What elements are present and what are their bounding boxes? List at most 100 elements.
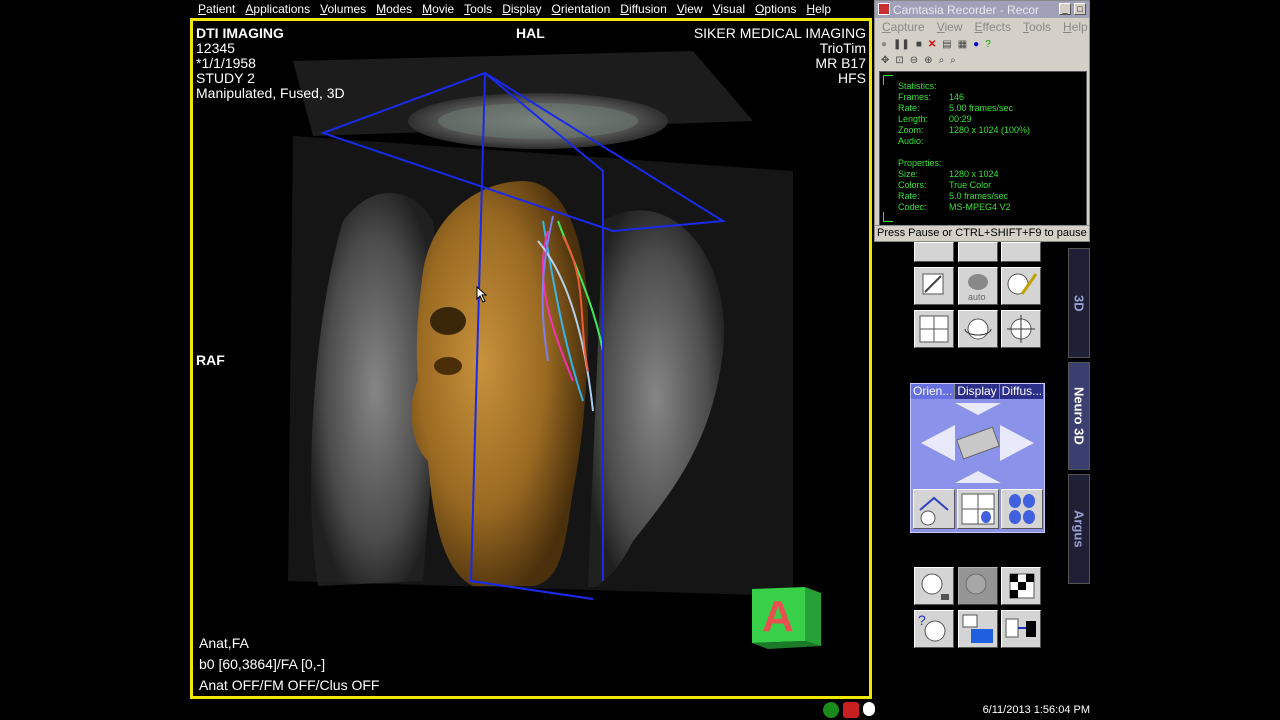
menu-movie[interactable]: Movie (422, 2, 454, 16)
menu-visual[interactable]: Visual (713, 2, 745, 16)
zoom-icon[interactable]: ⌕ (939, 55, 945, 66)
tool-head-export[interactable] (914, 567, 954, 605)
menu-tools[interactable]: Tools (464, 2, 492, 16)
tool-rotate-view[interactable] (913, 489, 955, 529)
stat-label: Rate: (898, 103, 920, 113)
stat-value: 5.00 frames/sec (949, 103, 1014, 113)
camtasia-titlebar[interactable]: Camtasia Recorder - Recor _ □ (875, 1, 1089, 18)
cam-menu-help[interactable]: Help (1063, 20, 1088, 34)
fusion-info: Anat,FA b0 [60,3864]/FA [0,-] Anat OFF/F… (199, 633, 379, 696)
head-question-icon: ? (918, 612, 946, 642)
pan-icon[interactable]: ✥ (881, 55, 889, 66)
prop-label: Rate: (898, 191, 920, 201)
corner-mark (883, 212, 893, 222)
export-grid-icon (1005, 618, 1036, 638)
tool-rotate[interactable] (958, 310, 998, 348)
delete-icon[interactable]: ✕ (928, 39, 936, 50)
folder-icon (962, 614, 993, 643)
zoom-out-icon[interactable]: ⊖ (910, 55, 918, 66)
cam-menu-tools[interactable]: Tools (1023, 20, 1051, 34)
audio-icon[interactable]: ● (973, 39, 979, 50)
stat-label: Frames: (898, 92, 932, 102)
prop-label: Size: (898, 169, 919, 179)
menu-orientation[interactable]: Orientation (552, 2, 611, 16)
patient-id: 12345 (196, 40, 235, 56)
arrow-right-icon (1000, 425, 1034, 461)
subtab-orientation[interactable]: Orien... (911, 384, 956, 399)
menu-modes[interactable]: Modes (376, 2, 412, 16)
tab-argus[interactable]: Argus (1068, 474, 1090, 584)
help-icon[interactable]: ? (985, 39, 991, 50)
tool-export-grid[interactable] (1001, 610, 1041, 648)
tool-shape[interactable] (958, 242, 998, 262)
stop-icon[interactable]: ■ (916, 39, 922, 50)
head-icon (921, 573, 949, 600)
render-mode: Manipulated, Fused, 3D (196, 85, 345, 101)
menu-applications[interactable]: Applications (245, 2, 310, 16)
scanner-bed-icon (956, 426, 1000, 460)
tool-annotate[interactable] (914, 242, 954, 262)
tool-layout-2x2[interactable] (957, 489, 999, 529)
cam-menu-effects[interactable]: Effects (975, 20, 1011, 34)
tool-auto-segment[interactable]: auto (958, 267, 998, 305)
main-menubar: Patient Applications Volumes Modes Movie… (190, 0, 874, 18)
tool-checker[interactable] (1001, 567, 1041, 605)
menu-display[interactable]: Display (502, 2, 541, 16)
cam-menu-view[interactable]: View (937, 20, 963, 34)
move-head-icon (1007, 315, 1035, 343)
tray-clock-icon[interactable] (823, 702, 839, 718)
tool-face[interactable] (1001, 242, 1041, 262)
checkerboard-icon (1009, 573, 1035, 599)
menu-options[interactable]: Options (755, 2, 796, 16)
maximize-icon[interactable]: □ (1074, 3, 1086, 15)
layout-2x2-icon (961, 493, 995, 525)
record-icon[interactable]: ● (881, 39, 887, 50)
orientation-label: RAF (196, 352, 225, 368)
arrow-up-icon (955, 403, 1001, 415)
stat-label: Zoom: (898, 125, 924, 135)
menu-patient[interactable]: Patient (198, 2, 235, 16)
grid-icon (919, 315, 949, 343)
tray-camtasia-icon[interactable] (843, 702, 859, 718)
tab-3d[interactable]: 3D (1068, 248, 1090, 358)
overlay-status: Anat OFF/FM OFF/Clus OFF (199, 677, 380, 693)
stat-value: 00:29 (949, 114, 972, 124)
tool-head-pen[interactable] (1001, 267, 1041, 305)
stat-label: Length: (898, 114, 929, 124)
camtasia-statusbar: Press Pause or CTRL+SHIFT+F9 to pause (875, 225, 1089, 241)
head-icon (965, 573, 987, 595)
stat-value: 146 (949, 92, 965, 102)
zoom-in-icon[interactable]: ⊕ (924, 55, 932, 66)
pause-icon[interactable]: ❚❚ (893, 39, 910, 50)
software-version: MR B17 (815, 55, 866, 71)
orientation-arrows[interactable] (911, 399, 1044, 487)
tool-head-disabled[interactable] (958, 567, 998, 605)
zoom-reset-icon[interactable]: ⌕ (950, 55, 956, 66)
tab-neuro-3d[interactable]: Neuro 3D (1068, 362, 1090, 470)
svg-text:?: ? (918, 612, 926, 628)
zoom-fit-icon[interactable]: ⊡ (895, 55, 903, 66)
menu-diffusion[interactable]: Diffusion (620, 2, 666, 16)
tray-network-icon[interactable] (863, 702, 875, 716)
effects-icon[interactable]: ▦ (958, 39, 967, 50)
subtab-display[interactable]: Display (955, 384, 1000, 399)
system-tray (823, 702, 875, 718)
cam-menu-capture[interactable]: Capture (882, 20, 925, 34)
menu-volumes[interactable]: Volumes (320, 2, 366, 16)
region-icon[interactable]: ▤ (942, 39, 951, 50)
menu-view[interactable]: View (677, 2, 703, 16)
3d-viewer[interactable]: A DTI IMAGING 12345 *1/1/1958 STUDY 2 Ma… (190, 18, 872, 699)
tool-move[interactable] (1001, 310, 1041, 348)
head-pen-icon (1007, 273, 1038, 295)
menu-help[interactable]: Help (806, 2, 831, 16)
tool-head-help[interactable]: ? (914, 610, 954, 648)
tool-segment[interactable] (914, 267, 954, 305)
scanner-model: TrioTim (819, 40, 866, 56)
tool-layout[interactable] (914, 310, 954, 348)
study-type: DTI IMAGING (196, 25, 284, 41)
minimize-icon[interactable]: _ (1059, 3, 1071, 15)
tool-layout-4[interactable] (1001, 489, 1043, 529)
patient-name: HAL (516, 25, 545, 41)
subtab-diffusion[interactable]: Diffus... (999, 384, 1044, 399)
tool-open-folder[interactable] (958, 610, 998, 648)
